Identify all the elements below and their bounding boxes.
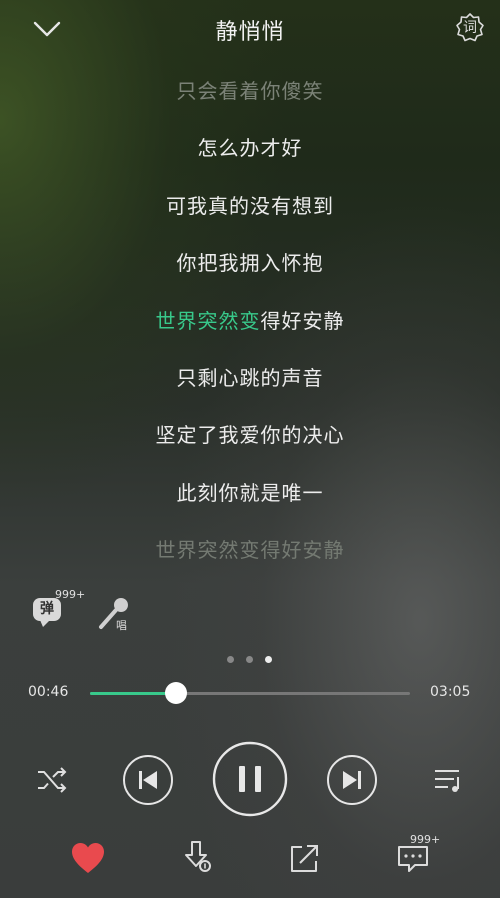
danmu-button[interactable]: 999+ 弹 (30, 588, 85, 628)
sing-button[interactable]: 唱 (96, 595, 136, 635)
lyric-line: 坚定了我爱你的决心 (155, 423, 345, 448)
seek-thumb[interactable] (165, 682, 188, 704)
share-icon (291, 845, 318, 872)
lyric-line-current: 世界突然变得好安静 (0, 298, 500, 355)
song-title: 静悄悄 (215, 20, 285, 45)
lyric-line: 只剩心跳的声音 (176, 365, 324, 390)
comments-count-badge: 999+ (410, 833, 441, 846)
like-button[interactable] (65, 835, 111, 881)
danmu-tail-icon (40, 620, 50, 627)
total-time: 03:05 (430, 684, 471, 700)
sing-label: 唱 (116, 619, 127, 632)
page-indicator (225, 656, 275, 666)
danmu-label: 弹 (40, 601, 54, 617)
pause-button[interactable] (211, 740, 289, 818)
share-button[interactable] (282, 835, 328, 881)
lyric-line: 只会看着你傻笑 (176, 79, 324, 103)
skip-next-icon (327, 755, 377, 805)
playback-controls (0, 740, 500, 820)
elapsed-time: 00:46 (28, 684, 69, 700)
shuffle-icon[interactable] (34, 762, 70, 798)
comments-button[interactable]: 999+ (392, 833, 441, 881)
lyric-line: 你把我拥入怀抱 (176, 251, 324, 276)
download-icon (185, 841, 211, 872)
page-dot (227, 656, 234, 663)
playlist-icon[interactable] (430, 762, 466, 798)
bottom-action-bar: 999+ (0, 833, 500, 885)
lyrics-settings-icon[interactable]: 词 (454, 12, 486, 44)
download-button[interactable] (175, 835, 221, 881)
seek-bar[interactable] (90, 682, 410, 704)
danmu-icon: 弹 (33, 598, 61, 621)
lyric-current-sung: 世界突然变 (155, 308, 261, 333)
page-dot (246, 656, 253, 663)
lyric-line: 怎么办才好 (197, 136, 303, 161)
lyric-line: 可我真的没有想到 (166, 193, 334, 218)
lyric-tools: 999+ 弹 唱 (30, 588, 140, 635)
seek-bar-fill (90, 692, 177, 695)
next-button[interactable] (326, 754, 378, 806)
lyric-line: 此刻你就是唯一 (176, 480, 324, 505)
lyrics-list[interactable]: 只会看着你傻笑 怎么办才好 可我真的没有想到 你把我拥入怀抱 世界突然变得好安静… (0, 68, 500, 585)
player-header: 静悄悄 词 (0, 0, 500, 60)
lyric-line: 世界突然变得好安静 (155, 538, 345, 563)
page-dot-active (265, 656, 272, 663)
heart-icon (72, 843, 104, 873)
lyric-current-unsung: 得好安静 (260, 308, 345, 333)
lyrics-badge-label: 词 (463, 20, 477, 36)
skip-previous-icon (123, 755, 173, 805)
pause-icon (212, 741, 288, 817)
previous-button[interactable] (122, 754, 174, 806)
